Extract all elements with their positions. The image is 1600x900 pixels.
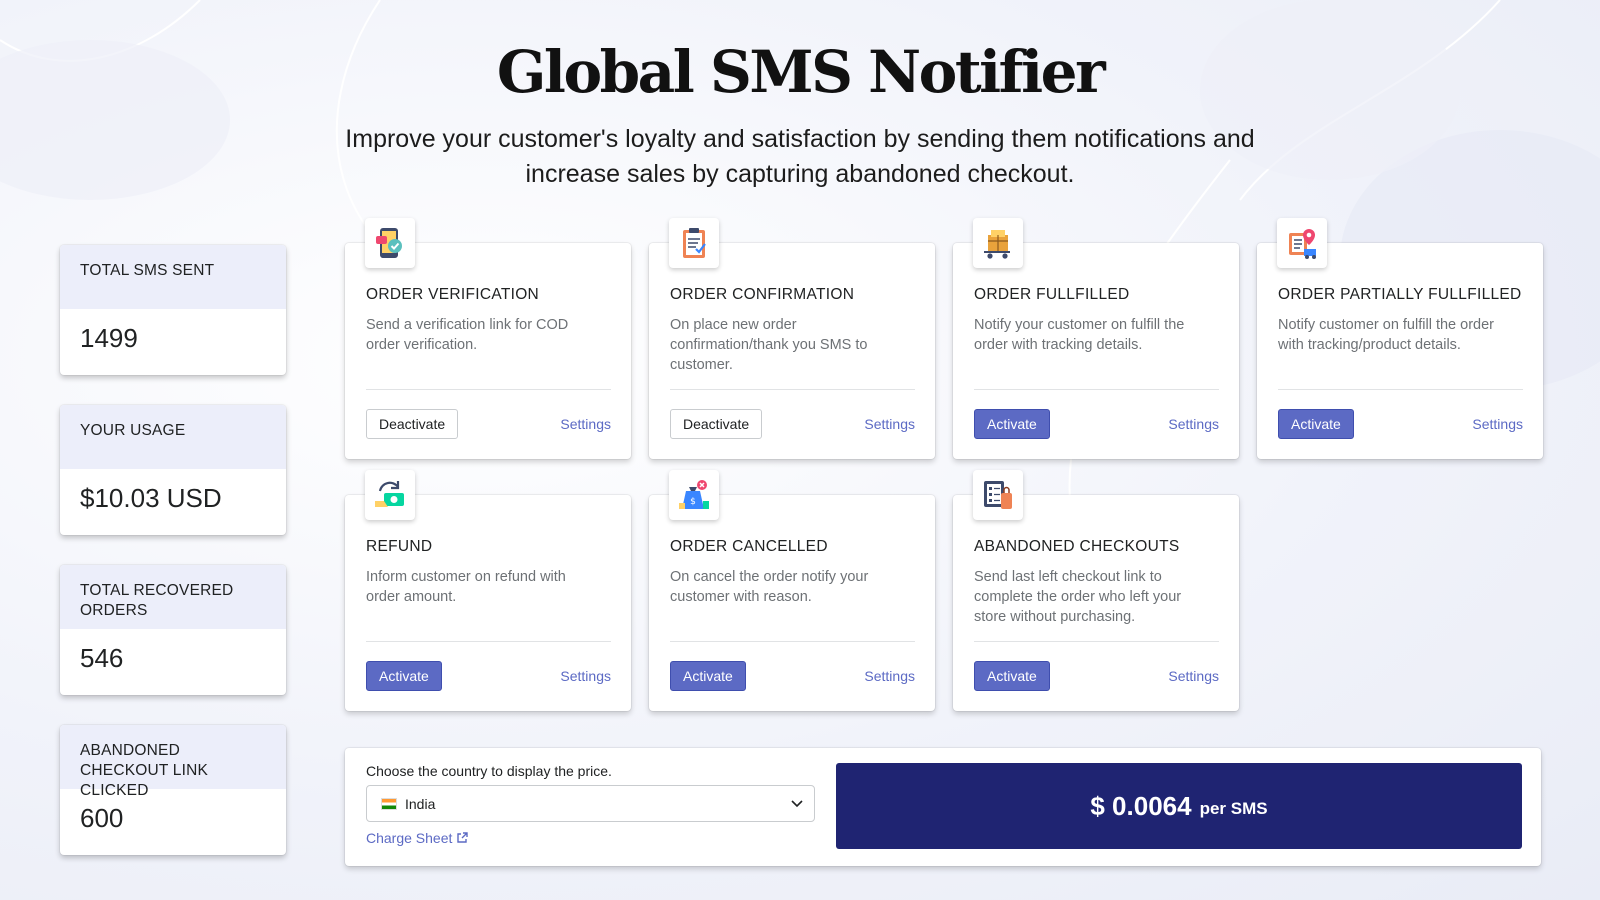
card-order-cancelled: $ ORDER CANCELLED On cancel the order no… — [649, 470, 935, 711]
phone-verification-icon — [365, 218, 415, 268]
settings-link[interactable]: Settings — [1168, 416, 1219, 432]
card-refund: REFUND Inform customer on refund with or… — [345, 470, 631, 711]
card-description: Notify your customer on fulfill the orde… — [974, 317, 1185, 353]
stat-value: $10.03 USD — [80, 483, 222, 513]
card-divider — [974, 641, 1219, 642]
stat-label: ABANDONED CHECKOUT LINK CLICKED — [60, 725, 286, 799]
stat-value: 1499 — [80, 323, 138, 353]
card-order-verification: ORDER VERIFICATION Send a verification l… — [345, 218, 631, 459]
activate-button[interactable]: Activate — [974, 409, 1050, 439]
activate-button[interactable]: Activate — [670, 661, 746, 691]
stat-card-abandoned-checkout-clicked: ABANDONED CHECKOUT LINK CLICKED 600 — [60, 725, 286, 855]
card-description: Inform customer on refund with order amo… — [366, 569, 566, 605]
card-divider — [670, 641, 915, 642]
card-divider — [366, 641, 611, 642]
card-description: Send last left checkout link to complete… — [974, 569, 1182, 625]
card-title: ORDER FULLFILLED — [974, 286, 1130, 303]
card-title: REFUND — [366, 538, 433, 555]
card-title: ORDER VERIFICATION — [366, 286, 540, 303]
card-divider — [974, 389, 1219, 390]
stat-label: TOTAL SMS SENT — [60, 245, 286, 309]
card-divider — [1278, 389, 1523, 390]
subtitle-line-2: increase sales by capturing abandoned ch… — [525, 160, 1075, 188]
page-subtitle: Improve your customer's loyalty and sati… — [0, 122, 1600, 192]
price-unit: per SMS — [1199, 799, 1268, 818]
svg-text:$: $ — [690, 497, 696, 507]
subtitle-line-1: Improve your customer's loyalty and sati… — [345, 125, 1255, 153]
delivery-truck-location-icon — [1277, 218, 1327, 268]
stat-value: 546 — [80, 643, 124, 673]
checklist-bag-icon — [973, 470, 1023, 520]
stat-label: YOUR USAGE — [60, 405, 286, 469]
country-label: Choose the country to display the price. — [366, 763, 612, 779]
stat-card-your-usage: YOUR USAGE $10.03 USD — [60, 405, 286, 535]
settings-link[interactable]: Settings — [560, 416, 611, 432]
stat-card-total-recovered-orders: TOTAL RECOVERED ORDERS 546 — [60, 565, 286, 695]
charge-sheet-link[interactable]: Charge Sheet — [366, 830, 469, 846]
money-bag-cancel-icon: $ — [669, 470, 719, 520]
delivery-cart-icon — [973, 218, 1023, 268]
card-description: Notify customer on fulfill the order wit… — [1278, 317, 1494, 353]
refund-money-icon — [365, 470, 415, 520]
settings-link[interactable]: Settings — [1472, 416, 1523, 432]
card-divider — [366, 389, 611, 390]
chevron-down-icon — [791, 800, 803, 808]
card-title: ORDER PARTIALLY FULLFILLED — [1278, 286, 1522, 303]
page-title: Global SMS Notifier — [496, 38, 1106, 106]
card-title: ABANDONED CHECKOUTS — [974, 538, 1180, 555]
settings-link[interactable]: Settings — [1168, 668, 1219, 684]
card-description: On place new order confirmation/thank yo… — [670, 317, 868, 373]
card-order-fullfilled: ORDER FULLFILLED Notify your customer on… — [953, 218, 1239, 459]
country-select[interactable]: India — [366, 785, 815, 822]
card-order-confirmation: ORDER CONFIRMATION On place new order co… — [649, 218, 935, 459]
stat-label: TOTAL RECOVERED ORDERS — [60, 565, 286, 629]
settings-link[interactable]: Settings — [864, 668, 915, 684]
card-order-partially-fullfilled: ORDER PARTIALLY FULLFILLED Notify custom… — [1257, 218, 1543, 459]
card-title: ORDER CANCELLED — [670, 538, 828, 555]
clipboard-check-icon — [669, 218, 719, 268]
page-header: Global SMS Notifier Improve your custome… — [0, 38, 1600, 192]
activate-button[interactable]: Activate — [366, 661, 442, 691]
charge-sheet-label: Charge Sheet — [366, 830, 453, 846]
card-abandoned-checkouts: ABANDONED CHECKOUTS Send last left check… — [953, 470, 1239, 711]
activate-button[interactable]: Activate — [1278, 409, 1354, 439]
price-amount: $ 0.0064 — [1090, 790, 1192, 821]
selected-country: India — [405, 795, 436, 812]
settings-link[interactable]: Settings — [864, 416, 915, 432]
price-display: $ 0.0064 per SMS — [836, 763, 1522, 849]
stat-card-total-sms-sent: TOTAL SMS SENT 1499 — [60, 245, 286, 375]
deactivate-button[interactable]: Deactivate — [366, 409, 459, 439]
card-divider — [670, 389, 915, 390]
settings-link[interactable]: Settings — [560, 668, 611, 684]
card-title: ORDER CONFIRMATION — [670, 286, 855, 303]
card-description: Send a verification link for COD order v… — [366, 317, 569, 353]
external-link-icon — [457, 832, 469, 843]
pricing-panel: Choose the country to display the price.… — [345, 748, 1541, 866]
deactivate-button[interactable]: Deactivate — [670, 409, 763, 439]
card-description: On cancel the order notify your customer… — [670, 569, 869, 605]
india-flag-icon — [381, 797, 397, 810]
activate-button[interactable]: Activate — [974, 661, 1050, 691]
